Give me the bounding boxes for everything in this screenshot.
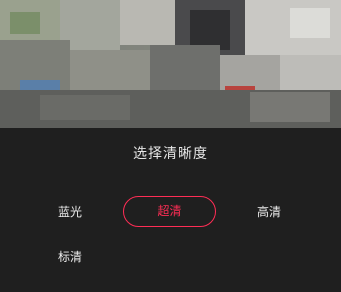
video-mosaic-block — [250, 92, 330, 122]
video-mosaic-block — [150, 45, 220, 90]
video-mosaic-block — [290, 8, 330, 38]
video-mosaic-block — [280, 55, 341, 90]
quality-option-super-hd[interactable]: 超清 — [123, 196, 216, 227]
video-mosaic-block — [40, 95, 130, 120]
quality-option-bluray[interactable]: 蓝光 — [50, 204, 90, 220]
video-mosaic-block — [190, 10, 230, 50]
quality-selection-sheet: 选择清晰度 蓝光 超清 高清 标清 — [0, 128, 341, 292]
video-mosaic-block — [220, 55, 280, 90]
quality-option-hd[interactable]: 高清 — [249, 204, 289, 220]
quality-option-sd[interactable]: 标清 — [50, 249, 90, 265]
video-mosaic-block — [120, 0, 175, 45]
video-mosaic-block — [10, 12, 40, 34]
sheet-title: 选择清晰度 — [133, 146, 208, 162]
video-frame[interactable] — [0, 0, 341, 128]
video-mosaic-block — [70, 50, 150, 90]
player-screen: 选择清晰度 蓝光 超清 高清 标清 — [0, 0, 341, 292]
